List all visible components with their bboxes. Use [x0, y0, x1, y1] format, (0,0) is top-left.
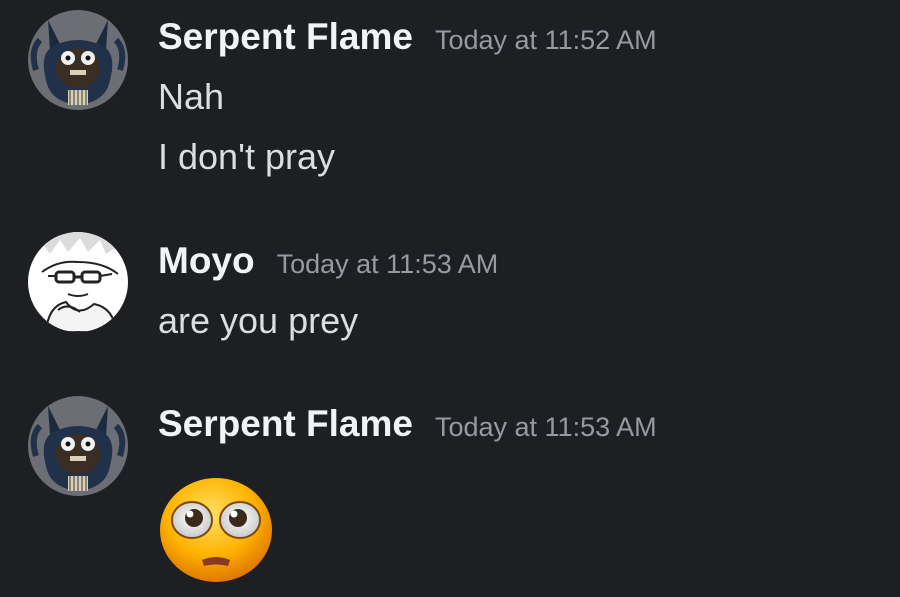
- message-header: Moyo Today at 11:53 AM: [158, 240, 498, 282]
- avatar[interactable]: [28, 232, 128, 332]
- username[interactable]: Moyo: [158, 240, 255, 282]
- message-text: I don't pray: [158, 136, 335, 177]
- message-text: Nah: [158, 76, 225, 117]
- pleading-face-emoji-icon[interactable]: [156, 474, 276, 584]
- wolf-avatar-icon: [28, 396, 128, 496]
- cartoon-avatar-icon: [28, 232, 128, 332]
- message-header: Serpent Flame Today at 11:52 AM: [158, 16, 657, 58]
- username[interactable]: Serpent Flame: [158, 403, 413, 445]
- message-timestamp[interactable]: Today at 11:53 AM: [435, 412, 657, 443]
- message-timestamp[interactable]: Today at 11:52 AM: [435, 25, 657, 56]
- message-text: are you prey: [158, 300, 359, 341]
- chat-message-list: Serpent Flame Today at 11:52 AM Nah I do…: [0, 0, 900, 597]
- username[interactable]: Serpent Flame: [158, 16, 413, 58]
- avatar[interactable]: [28, 396, 128, 496]
- avatar[interactable]: [28, 10, 128, 110]
- message-header: Serpent Flame Today at 11:53 AM: [158, 403, 657, 445]
- message-timestamp[interactable]: Today at 11:53 AM: [277, 249, 499, 280]
- wolf-avatar-icon: [28, 10, 128, 110]
